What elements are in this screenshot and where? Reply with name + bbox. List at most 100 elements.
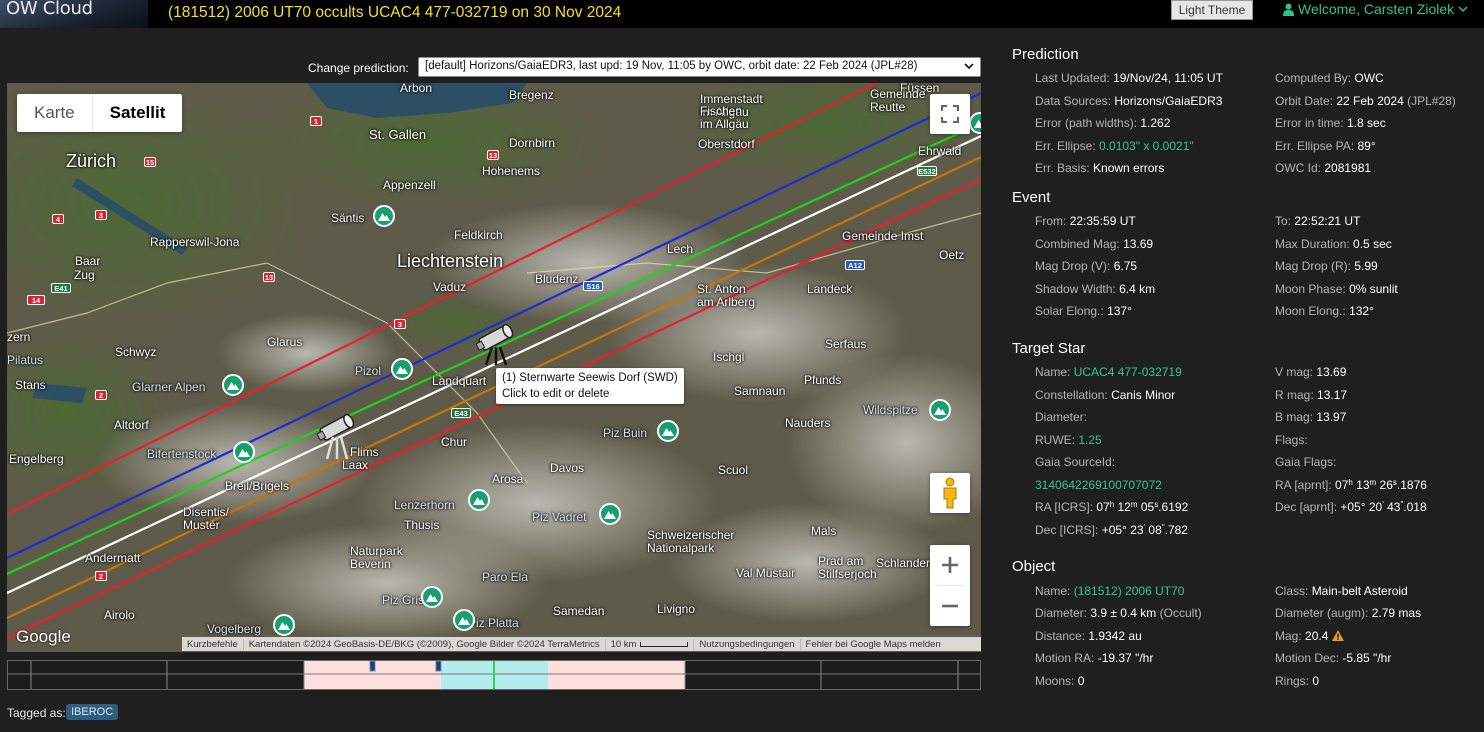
- map-label: Piz Vadret: [532, 510, 587, 524]
- route-shield: 13: [487, 150, 499, 160]
- field-mag-drop-v: Mag Drop (V): 6.75: [1035, 259, 1138, 273]
- map-label: Hohenems: [482, 164, 541, 178]
- mountain-icon[interactable]: [453, 609, 475, 631]
- report-error-link[interactable]: Fehler bei Google Maps melden: [801, 639, 946, 650]
- map-scale-label: 10 km: [610, 638, 637, 650]
- field-flags: Flags:: [1275, 433, 1308, 447]
- map-type-satellit-button[interactable]: Satellit: [91, 94, 183, 132]
- field-diameter-augm: Diameter (augm): 2.79 mas: [1275, 606, 1422, 620]
- field-mag-drop-r: Mag Drop (R): 5.99: [1275, 259, 1378, 273]
- map-type-karte-button[interactable]: Karte: [17, 94, 92, 132]
- event-timeline[interactable]: [7, 660, 981, 690]
- map-label: Livigno: [657, 602, 696, 616]
- field-error-path-widths: Error (path widths): 1.262: [1035, 116, 1171, 130]
- field-diameter: Diameter:: [1035, 410, 1088, 424]
- map-scale[interactable]: 10 km: [606, 638, 695, 650]
- map-label: Bregenz: [509, 88, 554, 102]
- light-theme-button[interactable]: Light Theme: [1171, 0, 1253, 20]
- map-label: Samnaun: [734, 384, 786, 398]
- map-label: Arosa: [492, 472, 524, 486]
- pegman-icon: [943, 477, 957, 509]
- object-name-link[interactable]: (181512) 2006 UT70: [1074, 584, 1185, 598]
- mountain-icon[interactable]: [468, 489, 490, 511]
- gaia-sourceid-link[interactable]: 3140642269100707072: [1035, 478, 1162, 492]
- map-label: Andermatt: [85, 551, 141, 565]
- mountain-icon[interactable]: [599, 503, 621, 525]
- map-label: Davos: [550, 461, 585, 475]
- map-data-attribution: Kartendaten ©2024 GeoBasis-DE/BKG (©2009…: [244, 638, 606, 650]
- map-label: Wildspitze: [863, 403, 918, 417]
- map-label: Schlander: [876, 556, 931, 570]
- fullscreen-button[interactable]: [930, 94, 970, 134]
- telescope-icon[interactable]: [474, 319, 518, 367]
- map-label: Nauders: [785, 416, 831, 430]
- field-ra-icrs: RA [ICRS]: 07h 12m 05s.6192: [1035, 500, 1189, 514]
- zoom-out-button[interactable]: [930, 586, 970, 626]
- field-gaia-sourceid: Gaia SourceId:: [1035, 455, 1116, 469]
- field-err-ellipse-pa: Err. Ellipse PA: 89°: [1275, 139, 1376, 153]
- route-shield: 3: [95, 210, 107, 220]
- occultation-map[interactable]: Zürich Liechtenstein St. Gallen Arbon Br…: [7, 83, 981, 652]
- minus-icon: [942, 604, 958, 608]
- mountain-icon[interactable]: [929, 399, 951, 421]
- map-label: Vogelberg: [207, 622, 262, 636]
- mountain-icon[interactable]: [222, 374, 244, 396]
- map-label: Lech: [667, 242, 694, 256]
- tag-badge[interactable]: IBEROC: [66, 704, 119, 720]
- field-computed-by: Computed By: OWC: [1275, 71, 1384, 85]
- map-label: Vaduz: [433, 280, 467, 294]
- map-label: Arbon: [400, 83, 433, 95]
- mountain-icon[interactable]: [373, 205, 395, 227]
- route-shield: 15: [144, 157, 156, 167]
- street-view-button[interactable]: [930, 473, 970, 513]
- field-last-updated: Last Updated: 19/Nov/24, 11:05 UT: [1035, 71, 1223, 85]
- route-shield: 13: [263, 272, 275, 282]
- route-shield: 2: [95, 390, 107, 400]
- tooltip-hint: Click to edit or delete: [502, 388, 610, 400]
- keyboard-shortcuts-link[interactable]: Kurzbefehle: [182, 638, 244, 650]
- prediction-select[interactable]: [default] Horizons/GaiaEDR3, last upd: 1…: [418, 57, 981, 77]
- mountain-icon[interactable]: [421, 586, 443, 608]
- star-name-link[interactable]: UCAC4 477-032719: [1074, 365, 1182, 379]
- app-logo[interactable]: OW Cloud: [0, 0, 148, 28]
- section-title-target-star: Target Star: [1012, 340, 1086, 357]
- map-label: Lenzerhorn: [394, 498, 455, 512]
- field-error-in-time: Error in time: 1.8 sec: [1275, 116, 1386, 130]
- map-label: Rapperswil-Jona: [150, 235, 240, 249]
- section-title-object: Object: [1012, 558, 1056, 575]
- field-object-diameter: Diameter: 3.9 ± 0.4 km (Occult): [1035, 606, 1202, 620]
- mountain-icon[interactable]: [391, 358, 413, 380]
- zoom-in-button[interactable]: [930, 545, 970, 585]
- zoom-control: [930, 545, 970, 626]
- map-label: Fischen im Allgäu: [700, 104, 749, 131]
- mountain-icon[interactable]: [233, 441, 255, 463]
- mountain-icon[interactable]: [273, 614, 295, 636]
- map-label: Val Müstair: [736, 566, 796, 580]
- field-dec-icrs: Dec [ICRS]: +05° 23' 08".782: [1035, 523, 1188, 537]
- tagged-as-label: Tagged as:: [7, 706, 66, 720]
- map-label: Prad am Stilfserjoch: [818, 554, 877, 581]
- prediction-select-value: [default] Horizons/GaiaEDR3, last upd: 1…: [425, 60, 918, 72]
- map-label: Bifertenstock: [147, 447, 217, 461]
- page-title: (181512) 2006 UT70 occults UCAC4 477-032…: [168, 4, 622, 21]
- ruwe-link[interactable]: 1.25: [1078, 433, 1101, 447]
- telescope-icon[interactable]: [315, 409, 359, 461]
- mountain-icon[interactable]: [657, 420, 679, 442]
- map-label: Mals: [811, 524, 837, 538]
- map-label: Schwyz: [115, 345, 157, 359]
- map-label: Engelberg: [9, 452, 64, 466]
- warning-icon[interactable]: [1331, 630, 1344, 641]
- map-label: Altdorf: [114, 418, 149, 432]
- field-motion-ra: Motion RA: -19.37 "/hr: [1035, 651, 1154, 665]
- map-label: Airolo: [104, 608, 135, 622]
- user-menu[interactable]: Welcome, Carsten Ziolek: [1283, 1, 1468, 17]
- field-star-name: Name: UCAC4 477-032719: [1035, 365, 1182, 379]
- terms-link[interactable]: Nutzungsbedingungen: [694, 638, 801, 650]
- err-ellipse-link[interactable]: 0.0103" x 0.0021": [1099, 139, 1194, 153]
- route-shield: E43: [451, 408, 471, 418]
- field-dec-aprnt: Dec [aprnt]: +05° 20' 43".018: [1275, 500, 1427, 514]
- station-tooltip[interactable]: (1) Sternwarte Seewis Dorf (SWD) Click t…: [496, 368, 684, 404]
- field-rings: Rings: 0: [1275, 674, 1320, 688]
- field-mag: Mag: 20.4: [1275, 629, 1344, 643]
- map-label: Zug: [74, 268, 95, 282]
